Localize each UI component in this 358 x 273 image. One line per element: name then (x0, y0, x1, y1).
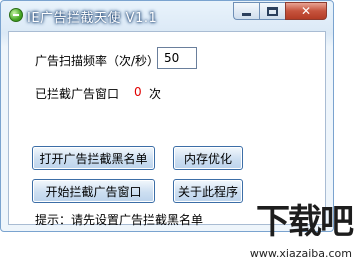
close-button[interactable]: ✕ (285, 2, 327, 20)
minimize-icon (242, 12, 251, 16)
watermark: 下载吧 www.xiazaiba.com (240, 203, 356, 271)
blocked-label: 已拦截广告窗口 (35, 87, 120, 101)
title-bar[interactable]: IE广告拦截天使 V1.1 ✕ (1, 1, 333, 31)
window-controls: ✕ (233, 2, 327, 20)
watermark-url: www.xiazaiba.com (249, 247, 352, 260)
open-blacklist-button[interactable]: 打开广告拦截黑名单 (32, 146, 155, 170)
window-title: IE广告拦截天使 V1.1 (27, 11, 158, 26)
freq-input[interactable] (157, 47, 197, 69)
hint-text: 提示：请先设置广告拦截黑名单 (35, 213, 204, 227)
freq-label: 广告扫描频率（次/秒） (35, 54, 160, 68)
close-icon: ✕ (300, 4, 312, 18)
about-button[interactable]: 关于此程序 (173, 179, 243, 203)
blocked-count: 0 (134, 85, 142, 99)
start-blocking-button[interactable]: 开始拦截广告窗口 (32, 179, 155, 203)
maximize-button[interactable] (259, 2, 285, 20)
app-window: IE广告拦截天使 V1.1 ✕ 广告扫描频率（次/秒） 已拦截广告窗口 0 次 … (0, 0, 334, 232)
app-icon (9, 8, 23, 22)
minimize-button[interactable] (233, 2, 259, 20)
optimize-memory-button[interactable]: 内存优化 (173, 146, 243, 170)
watermark-logo: 下载吧 (256, 202, 354, 242)
maximize-icon (267, 6, 278, 16)
blocked-unit: 次 (149, 87, 162, 101)
